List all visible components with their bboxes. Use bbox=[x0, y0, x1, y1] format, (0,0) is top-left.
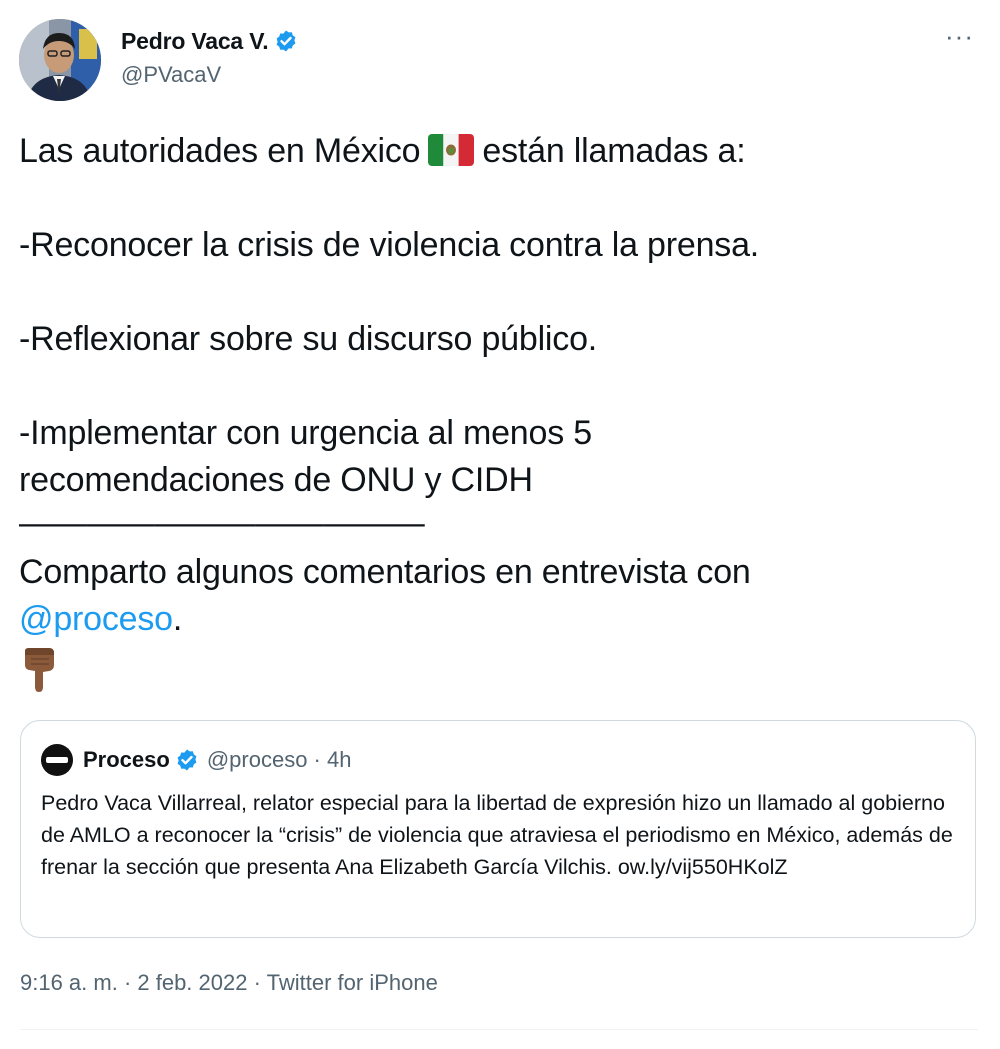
footer-divider bbox=[20, 1029, 978, 1030]
intro-text-after: están llamadas a: bbox=[482, 132, 746, 170]
mention-link-proceso[interactable]: @proceso bbox=[19, 600, 173, 638]
intro-text-before: Las autoridades en México bbox=[19, 132, 421, 170]
quoted-tweet-header: Proceso @proceso · 4h bbox=[41, 744, 352, 776]
more-options-icon[interactable]: ··· bbox=[945, 23, 974, 49]
author-handle[interactable]: @PVacaV bbox=[121, 62, 298, 88]
verified-badge-icon bbox=[274, 29, 298, 53]
tweet-line-intro: Las autoridades en México están llamadas … bbox=[19, 128, 979, 175]
tweet-point-1: -Reconocer la crisis de violencia contra… bbox=[19, 226, 760, 264]
tweet-card: Pedro Vaca V. @PVacaV ··· Las autoridade… bbox=[0, 0, 1000, 1049]
author-avatar[interactable] bbox=[19, 19, 101, 101]
tweet-text: Las autoridades en México están llamadas … bbox=[19, 128, 979, 706]
tweet-point-2: -Reflexionar sobre su discurso público. bbox=[19, 320, 598, 358]
quoted-verified-badge-icon bbox=[175, 748, 199, 772]
tweet-separator: ———————————— bbox=[19, 504, 425, 542]
author-info: Pedro Vaca V. @PVacaV bbox=[121, 24, 298, 88]
closing-text: Comparto algunos comentarios en entrevis… bbox=[19, 553, 751, 591]
mexico-flag-icon bbox=[428, 134, 475, 166]
quoted-author-handle-time[interactable]: @proceso · 4h bbox=[207, 747, 352, 773]
quoted-tweet-text: Pedro Vaca Villarreal, relator especial … bbox=[41, 791, 953, 879]
avatar-image bbox=[19, 19, 101, 101]
tweet-closing-mention-line: @proceso. bbox=[19, 596, 979, 643]
quoted-author-name[interactable]: Proceso bbox=[83, 747, 170, 773]
author-display-name[interactable]: Pedro Vaca V. bbox=[121, 28, 269, 55]
author-name-row: Pedro Vaca V. bbox=[121, 24, 298, 58]
quoted-author-avatar[interactable] bbox=[41, 744, 73, 776]
closing-period: . bbox=[172, 600, 183, 638]
tweet-point-3-line-1: -Implementar con urgencia al menos 5 bbox=[19, 414, 592, 452]
pointing-down-hand-icon bbox=[19, 647, 59, 693]
tweet-point-3-line-2: recomendaciones de ONU y CIDH bbox=[19, 461, 533, 499]
tweet-timestamp-source[interactable]: 9:16 a. m. · 2 feb. 2022 · Twitter for i… bbox=[20, 970, 438, 996]
tweet-closing-line: Comparto algunos comentarios en entrevis… bbox=[19, 549, 979, 596]
quoted-tweet[interactable]: Proceso @proceso · 4h Pedro Vaca Villarr… bbox=[20, 720, 976, 938]
